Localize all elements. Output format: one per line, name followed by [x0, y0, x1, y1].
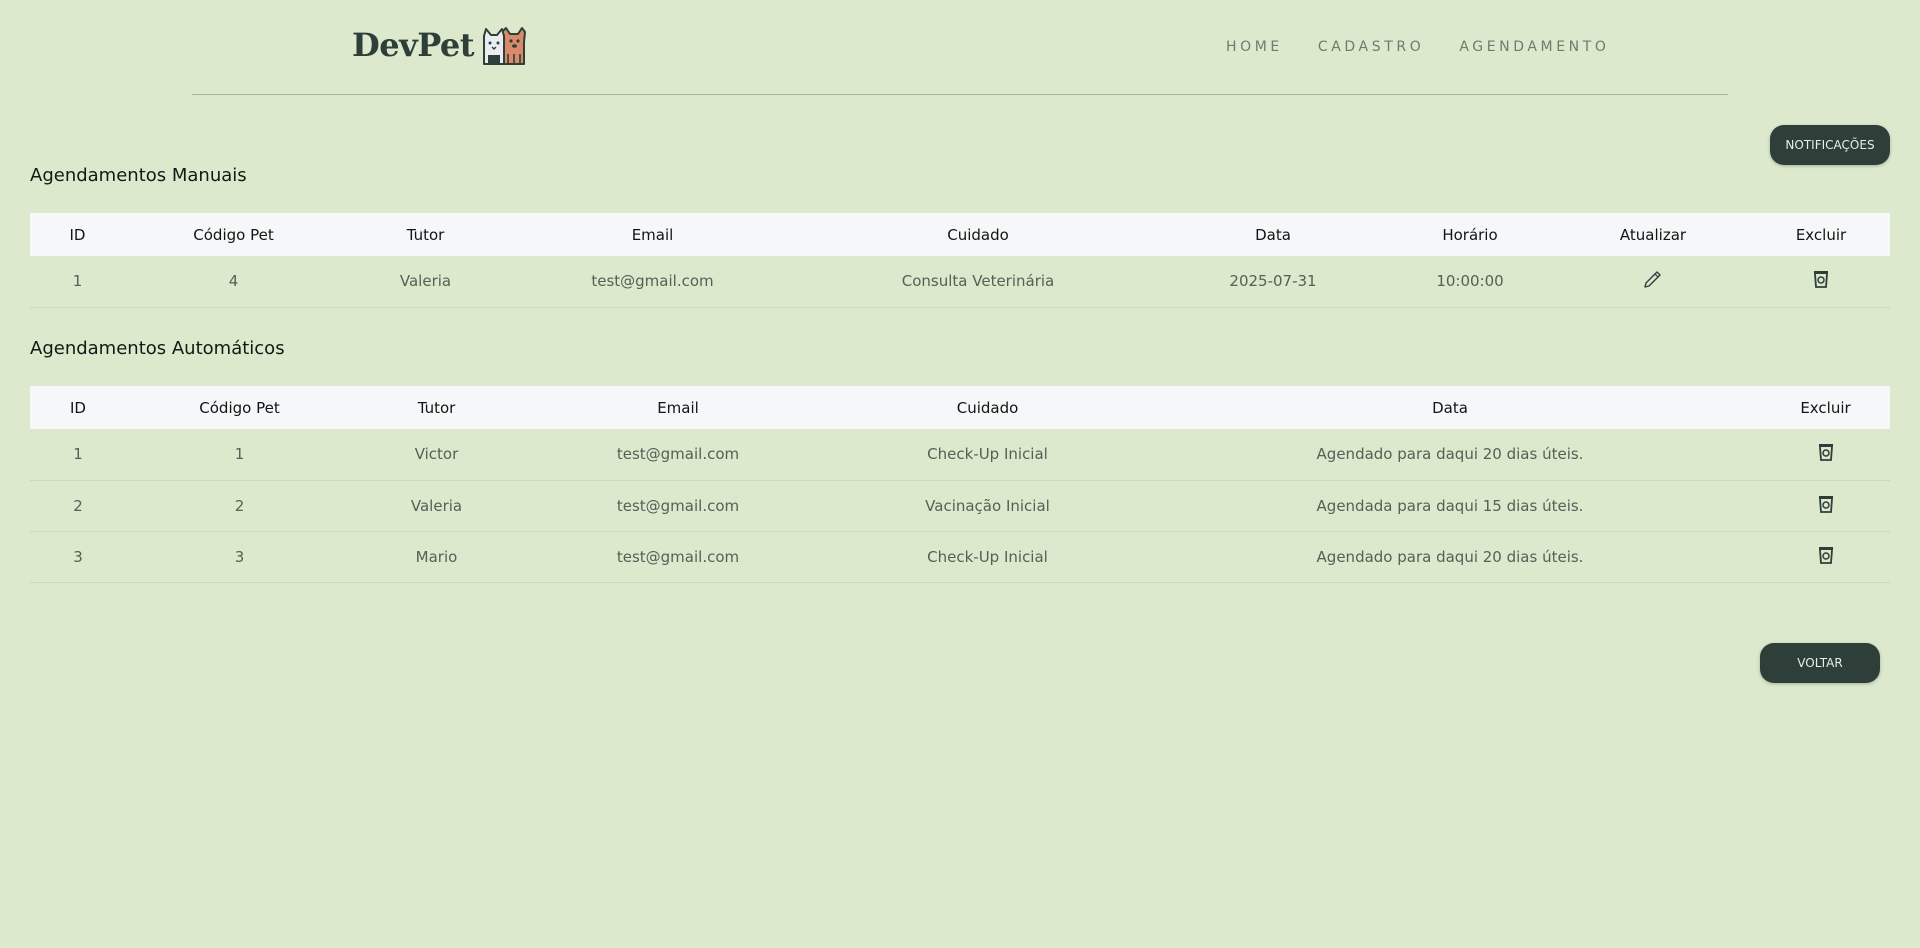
manual-section-title: Agendamentos Manuais: [30, 165, 247, 186]
cell-date: Agendado para daqui 20 dias úteis.: [1316, 445, 1584, 464]
auto-appointments-table: ID Código Pet Tutor Email Cuidado Data E…: [30, 386, 1890, 583]
col-delete: Excluir: [1795, 225, 1847, 244]
cell-email: test@gmail.com: [616, 496, 740, 515]
notifications-button[interactable]: NOTIFICAÇÕES: [1770, 125, 1890, 165]
table-row: 1 4 Valeria test@gmail.com Consulta Vete…: [30, 256, 1890, 307]
cell-email: test@gmail.com: [616, 547, 740, 566]
col-date: Data: [1432, 398, 1468, 417]
col-time: Horário: [1442, 225, 1498, 244]
col-care: Cuidado: [947, 225, 1009, 244]
col-email: Email: [631, 225, 674, 244]
cell-id: 3: [73, 547, 83, 566]
col-id: ID: [69, 225, 86, 244]
col-pet-code: Código Pet: [193, 225, 274, 244]
logo[interactable]: DevPet: [352, 24, 527, 66]
cell-tutor: Valeria: [399, 272, 452, 291]
cell-pet-code: 1: [234, 445, 245, 464]
col-date: Data: [1255, 225, 1291, 244]
site-header: DevPet HOME CADASTRO AGENDAMENTO: [0, 0, 1920, 95]
col-id: ID: [70, 398, 86, 417]
nav-home[interactable]: HOME: [1226, 38, 1283, 56]
cell-date: Agendada para daqui 15 dias úteis.: [1316, 496, 1584, 515]
trash-icon[interactable]: [1817, 442, 1835, 462]
cell-tutor: Valeria: [410, 496, 463, 515]
nav-cadastro[interactable]: CADASTRO: [1318, 38, 1424, 56]
pencil-icon[interactable]: [1642, 268, 1664, 290]
table-row: 1 1 Victor test@gmail.com Check-Up Inici…: [30, 429, 1890, 480]
table-row: 2 2 Valeria test@gmail.com Vacinação Ini…: [30, 480, 1890, 531]
col-email: Email: [657, 398, 699, 417]
col-delete: Excluir: [1800, 398, 1851, 417]
cell-id: 1: [73, 445, 83, 464]
col-tutor: Tutor: [406, 225, 445, 244]
cell-tutor: Victor: [414, 445, 459, 464]
col-tutor: Tutor: [417, 398, 456, 417]
trash-icon[interactable]: [1817, 545, 1835, 565]
cell-pet-code: 4: [228, 272, 239, 291]
table-header-row: ID Código Pet Tutor Email Cuidado Data H…: [30, 213, 1890, 256]
trash-icon[interactable]: [1817, 494, 1835, 514]
main-nav: HOME CADASTRO AGENDAMENTO: [1226, 38, 1610, 56]
cell-care: Vacinação Inicial: [925, 496, 1050, 515]
col-pet-code: Código Pet: [199, 398, 280, 417]
cell-email: test@gmail.com: [616, 445, 740, 464]
cell-care: Consulta Veterinária: [901, 272, 1055, 291]
brand-name: DevPet: [352, 26, 475, 64]
back-button[interactable]: VOLTAR: [1760, 643, 1880, 683]
cell-tutor: Mario: [415, 547, 458, 566]
table-row: 3 3 Mario test@gmail.com Check-Up Inicia…: [30, 531, 1890, 582]
cell-time: 10:00:00: [1436, 272, 1504, 291]
cell-pet-code: 3: [234, 547, 245, 566]
auto-section-title: Agendamentos Automáticos: [30, 338, 285, 359]
cell-id: 1: [72, 272, 83, 291]
nav-agendamento[interactable]: AGENDAMENTO: [1459, 38, 1609, 56]
cell-email: test@gmail.com: [591, 272, 714, 291]
cat-dog-logo-icon: [482, 24, 527, 66]
cell-id: 2: [73, 496, 83, 515]
col-care: Cuidado: [956, 398, 1019, 417]
header-divider: [192, 94, 1728, 95]
cell-care: Check-Up Inicial: [927, 547, 1048, 566]
cell-date: Agendado para daqui 20 dias úteis.: [1316, 547, 1584, 566]
cell-pet-code: 2: [234, 496, 245, 515]
col-update: Atualizar: [1619, 225, 1687, 244]
trash-icon[interactable]: [1812, 269, 1830, 289]
cell-date: 2025-07-31: [1229, 272, 1317, 291]
cell-care: Check-Up Inicial: [927, 445, 1048, 464]
table-header-row: ID Código Pet Tutor Email Cuidado Data E…: [30, 386, 1890, 429]
manual-appointments-table: ID Código Pet Tutor Email Cuidado Data H…: [30, 213, 1890, 308]
